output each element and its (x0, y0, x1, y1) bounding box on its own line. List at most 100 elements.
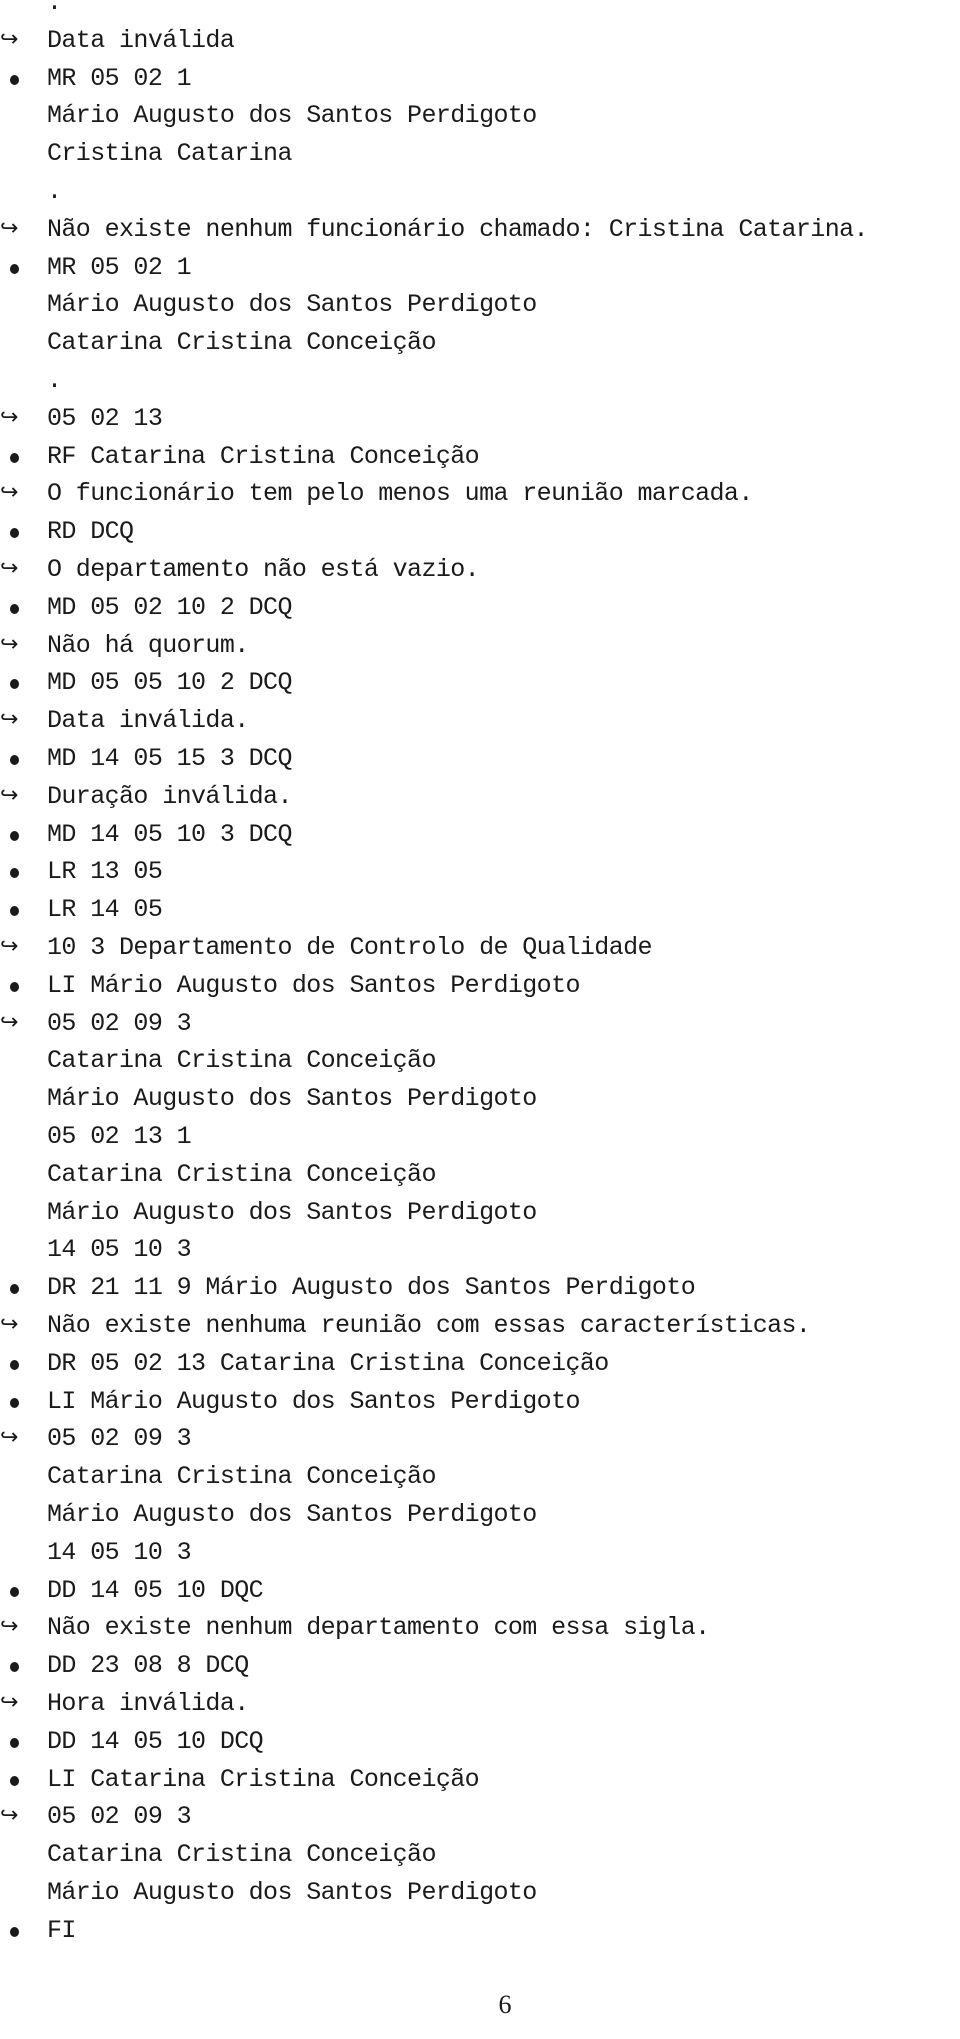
response-line: ↪ 05 02 09 3 (0, 1798, 960, 1836)
line-text: Mário Augusto dos Santos Perdigoto (47, 1084, 537, 1114)
line-text: Não existe nenhum departamento com essa … (47, 1613, 710, 1643)
line-text: Data inválida (47, 25, 235, 55)
line-text: LI Mário Augusto dos Santos Perdigoto (47, 1386, 581, 1416)
response-line: ↪ 05 02 13 (0, 400, 960, 438)
command-line: MD 05 05 10 2 DCQ (0, 664, 960, 702)
line-text: MD 14 05 15 3 DCQ (47, 744, 292, 773)
command-line: RF Catarina Cristina Conceição (0, 438, 960, 476)
line-text: 05 02 13 (47, 403, 163, 433)
continuation-line: . (0, 0, 960, 22)
hook-arrow-icon: ↪ (0, 1312, 19, 1337)
line-text: MR 05 02 1 (47, 63, 192, 93)
line-text: 05 02 09 3 (47, 1424, 192, 1454)
line-text: 14 05 10 3 (47, 1537, 192, 1567)
continuation-line: Mário Augusto dos Santos Perdigoto (0, 1874, 960, 1912)
continuation-line: Catarina Cristina Conceição (0, 324, 960, 362)
command-line: LI Catarina Cristina Conceição (0, 1761, 960, 1799)
hook-arrow-icon: ↪ (0, 707, 19, 733)
line-text: DD 14 05 10 DCQ (47, 1726, 264, 1756)
line-text: Mário Augusto dos Santos Perdigoto (47, 1197, 537, 1227)
continuation-line: . (0, 173, 960, 211)
line-text: Hora inválida. (47, 1689, 249, 1718)
response-line: ↪ O departamento não está vazio. (0, 551, 960, 589)
continuation-line: 14 05 10 3 (0, 1534, 960, 1572)
line-text: Não existe nenhum funcionário chamado: C… (47, 214, 869, 244)
line-text: Catarina Cristina Conceição (47, 1840, 436, 1870)
line-text: MD 05 02 10 2 DCQ (47, 592, 292, 622)
response-line: ↪ Data inválida (0, 22, 960, 60)
hook-arrow-icon: ↪ (0, 404, 19, 430)
hook-arrow-icon: ↪ (0, 1614, 19, 1640)
continuation-line: 05 02 13 1 (0, 1118, 960, 1156)
command-line: LI Mário Augusto dos Santos Perdigoto (0, 1383, 960, 1421)
command-line: LR 13 05 (0, 853, 960, 891)
continuation-line: 14 05 10 3 (0, 1231, 960, 1269)
line-text: LR 13 05 (47, 857, 163, 887)
line-text: RD DCQ (47, 517, 134, 547)
line-text: RF Catarina Cristina Conceição (47, 441, 480, 471)
command-line: MR 05 02 1 (0, 249, 960, 287)
continuation-line: Mário Augusto dos Santos Perdigoto (0, 1194, 960, 1232)
line-text: O funcionário tem pelo menos uma reunião… (47, 479, 753, 509)
command-line: MD 14 05 15 3 DCQ (0, 740, 960, 778)
continuation-line: Mário Augusto dos Santos Perdigoto (0, 97, 960, 135)
response-line: ↪ Não existe nenhum funcionário chamado: … (0, 211, 960, 249)
command-line: LR 14 05 (0, 891, 960, 929)
response-line: ↪ Não há quorum. (0, 627, 960, 665)
line-text: Mário Augusto dos Santos Perdigoto (47, 101, 537, 131)
response-line: ↪ Não existe nenhum departamento com essa… (0, 1609, 960, 1647)
line-text: 05 02 09 3 (47, 1802, 192, 1832)
hook-arrow-icon: ↪ (0, 1803, 19, 1829)
line-text: Mário Augusto dos Santos Perdigoto (47, 290, 537, 320)
line-text: Cristina Catarina (47, 139, 292, 169)
hook-arrow-icon: ↪ (0, 631, 19, 657)
line-text: Mário Augusto dos Santos Perdigoto (47, 1878, 537, 1907)
command-line: FI (0, 1912, 960, 1950)
command-line: LI Mário Augusto dos Santos Perdigoto (0, 967, 960, 1005)
response-line: ↪ O funcionário tem pelo menos uma reuniã… (0, 475, 960, 513)
hook-arrow-icon: ↪ (0, 215, 19, 241)
continuation-line: Catarina Cristina Conceição (0, 1836, 960, 1874)
hook-arrow-icon: ↪ (0, 1690, 19, 1715)
line-text: 05 02 09 3 (47, 1008, 192, 1038)
command-line: RD DCQ (0, 513, 960, 551)
line-text: O departamento não está vazio. (47, 555, 480, 584)
line-text: LR 14 05 (47, 895, 163, 925)
line-text: Catarina Cristina Conceição (47, 1159, 436, 1189)
command-line: DR 21 11 9 Mário Augusto dos Santos Perd… (0, 1269, 960, 1307)
continuation-line: Mário Augusto dos Santos Perdigoto (0, 286, 960, 324)
hook-arrow-icon: ↪ (0, 480, 19, 506)
line-text: 05 02 13 1 (47, 1122, 192, 1151)
continuation-line: Catarina Cristina Conceição (0, 1458, 960, 1496)
line-text: . (47, 177, 62, 206)
continuation-line: Cristina Catarina (0, 135, 960, 173)
response-line: ↪ Duração inválida. (0, 778, 960, 816)
response-line: ↪ Hora inválida. (0, 1685, 960, 1723)
continuation-line: Mário Augusto dos Santos Perdigoto (0, 1080, 960, 1118)
command-line: DD 23 08 8 DCQ (0, 1647, 960, 1685)
line-text: LI Mário Augusto dos Santos Perdigoto (47, 970, 581, 1000)
response-line: ↪ 05 02 09 3 (0, 1005, 960, 1043)
response-line: ↪ Não existe nenhuma reunião com essas ca… (0, 1307, 960, 1345)
line-text: LI Catarina Cristina Conceição (47, 1764, 480, 1794)
command-line: DD 14 05 10 DQC (0, 1572, 960, 1610)
continuation-line: Mário Augusto dos Santos Perdigoto (0, 1496, 960, 1534)
continuation-line: Catarina Cristina Conceição (0, 1042, 960, 1080)
command-line: DD 14 05 10 DCQ (0, 1723, 960, 1761)
command-line: MD 14 05 10 3 DCQ (0, 816, 960, 854)
line-text: DD 14 05 10 DQC (47, 1575, 264, 1605)
hook-arrow-icon: ↪ (0, 26, 19, 52)
line-text: DR 05 02 13 Catarina Cristina Conceição (47, 1348, 609, 1378)
response-line: ↪ 10 3 Departamento de Controlo de Qualid… (0, 929, 960, 967)
line-text: MD 14 05 10 3 DCQ (47, 819, 292, 849)
line-text: 14 05 10 3 (47, 1235, 192, 1265)
response-line: ↪ 05 02 09 3 (0, 1420, 960, 1458)
line-text: DD 23 08 8 DCQ (47, 1651, 249, 1681)
page-number: 6 (498, 1990, 512, 2019)
line-text: FI (47, 1915, 76, 1945)
line-text: Catarina Cristina Conceição (47, 1046, 436, 1076)
continuation-line: Catarina Cristina Conceição (0, 1156, 960, 1194)
line-text: . (47, 0, 62, 17)
response-line: ↪ Data inválida. (0, 702, 960, 740)
line-text: Data inválida. (47, 706, 249, 736)
